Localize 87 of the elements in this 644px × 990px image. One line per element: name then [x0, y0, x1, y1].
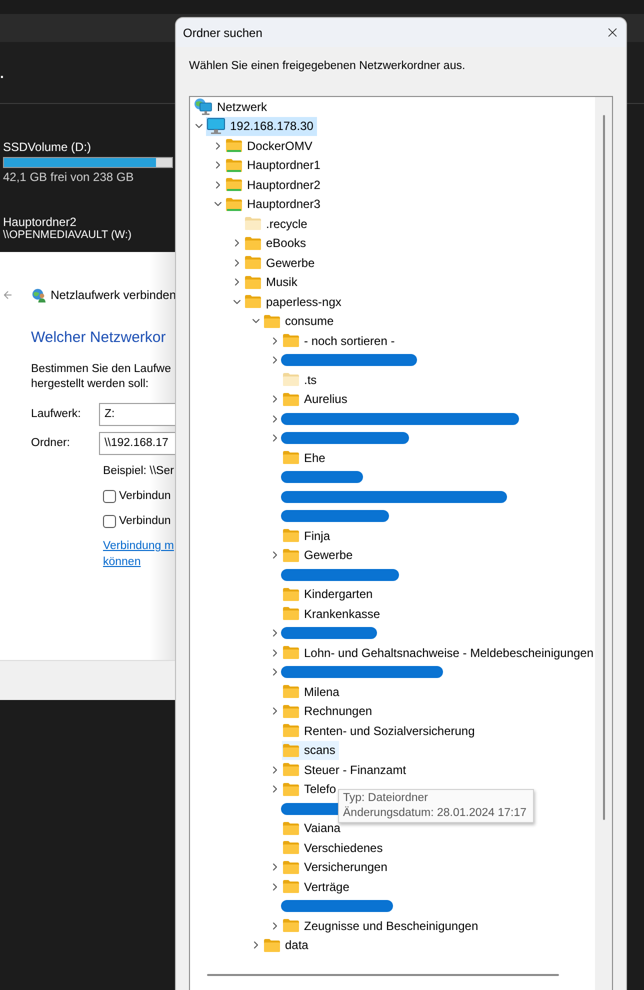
folder-icon: [245, 217, 261, 230]
tree-item[interactable]: Rechnungen: [282, 702, 376, 721]
folder-icon: [245, 295, 261, 308]
folder-icon: [283, 548, 299, 562]
window-title: Ordner suchen: [183, 24, 262, 42]
folder-icon: [245, 276, 261, 289]
folder-icon: [283, 782, 299, 796]
folder-icon: [264, 938, 280, 952]
tree-item[interactable]: Lohn- und Gehaltsnachweise - Meldebescheinigungen: [282, 643, 595, 662]
folder-icon: [283, 529, 299, 542]
tree-item[interactable]: Kindergarten: [282, 584, 377, 604]
tree-item[interactable]: Gewerbe: [282, 546, 357, 565]
tree-item[interactable]: consume: [263, 312, 338, 331]
tree-item[interactable]: Finja: [282, 526, 334, 546]
tree-item[interactable]: Musik: [244, 272, 302, 292]
folder-icon: [283, 919, 299, 932]
tree-item[interactable]: Hauptordner1: [225, 156, 324, 175]
folder-icon: [283, 704, 299, 718]
window-title: Netzlaufwerk verbinden: [50, 287, 176, 304]
example-text: Beispiel: \\Ser: [103, 464, 175, 479]
folder-icon: [283, 392, 299, 406]
tree-item[interactable]: Aurelius: [282, 390, 352, 409]
folder-icon: [283, 822, 299, 835]
folder-icon: [283, 451, 299, 464]
scrollbar-thumb[interactable]: [602, 115, 604, 820]
field-label: Laufwerk:: [31, 406, 82, 422]
folder-icon: [283, 646, 299, 660]
instruction-text: Wählen Sie einen freigegebenen Netzwerkordner aus.: [189, 59, 466, 74]
checkbox[interactable]: [103, 490, 116, 503]
tree-item[interactable]: Hauptordner3: [225, 194, 324, 214]
drive-item[interactable]: SSDVolume (D:) 42,1 GB frei von 238 GB: [3, 140, 173, 185]
folder-icon: [283, 373, 299, 386]
folder-icon: [283, 334, 299, 348]
tree-item[interactable]: - noch sortieren -: [282, 331, 399, 350]
tree-item[interactable]: Gewerbe: [244, 253, 319, 272]
back-arrow-icon[interactable]: [2, 288, 14, 302]
field-label: Ordner:: [31, 436, 71, 451]
tree-item[interactable]: Versicherungen: [282, 858, 392, 877]
tree-item[interactable]: paperless-ngx: [244, 292, 346, 312]
tree-item[interactable]: data: [263, 936, 312, 955]
tree-item[interactable]: 192.168.178.30: [206, 116, 318, 136]
scrollbar-thumb[interactable]: [207, 974, 559, 976]
tree-item[interactable]: Verschiedenes: [282, 838, 387, 858]
header-text: .: [0, 66, 4, 80]
input-field[interactable]: Z:: [99, 403, 176, 426]
drive-item[interactable]: Hauptordner2 \\OPENMEDIAVAULT (W:): [3, 215, 173, 242]
folder-icon: [283, 744, 299, 757]
tree-item[interactable]: Krankenkasse: [282, 604, 384, 624]
help-link[interactable]: Verbindung m können: [103, 538, 176, 570]
folder-icon: [264, 314, 280, 328]
tree-item[interactable]: .ts: [282, 370, 321, 390]
folder-icon: [283, 841, 299, 854]
folder-icon: [283, 607, 299, 620]
tree-item[interactable]: Hauptordner2: [225, 175, 324, 194]
monitor-icon: [207, 118, 225, 134]
folder-icon: [245, 256, 261, 270]
description-text: Bestimmen Sie den Laufwe hergestellt werden soll:: [31, 362, 172, 392]
tree-item[interactable]: DockerOMV: [225, 136, 316, 156]
tree-item[interactable]: Telefo: [282, 780, 340, 799]
folder-icon: [226, 158, 242, 172]
tree-item[interactable]: eBooks: [244, 234, 310, 253]
tree-item[interactable]: Zeugnisse und Bescheinigungen: [282, 916, 482, 936]
tree-item[interactable]: Steuer - Finanzamt: [282, 760, 410, 780]
checkbox[interactable]: [103, 515, 116, 528]
tree-item[interactable]: Ehe: [282, 448, 330, 468]
folder-icon: [283, 860, 299, 874]
tree-item[interactable]: Verträge: [282, 877, 354, 896]
dialog-heading: Welcher Netzwerkor: [31, 328, 167, 348]
folder-icon: [283, 724, 299, 738]
tree-item[interactable]: Netzwerk: [193, 97, 272, 116]
network-user-icon: [32, 286, 46, 304]
tree-item[interactable]: .recycle: [244, 214, 312, 234]
folder-icon: [226, 198, 242, 211]
checkbox-option[interactable]: Verbindun: [103, 514, 176, 529]
tree-item[interactable]: Milena: [282, 682, 344, 702]
input-field[interactable]: \\192.168.17: [99, 432, 176, 455]
folder-icon: [245, 236, 261, 250]
folder-icon: [283, 685, 299, 698]
checkbox-option[interactable]: Verbindun: [103, 489, 176, 504]
tree-item[interactable]: Renten- und Sozialversicherung: [282, 721, 479, 740]
folder-icon: [283, 588, 299, 601]
folder-icon: [283, 880, 299, 894]
tree-item[interactable]: scans: [282, 740, 340, 760]
folder-icon: [226, 178, 242, 192]
folder-icon: [283, 763, 299, 776]
folder-icon: [226, 139, 242, 152]
tooltip: Typ: Dateiordner Änderungsdatum: 28.01.2024 17:17: [338, 789, 534, 823]
